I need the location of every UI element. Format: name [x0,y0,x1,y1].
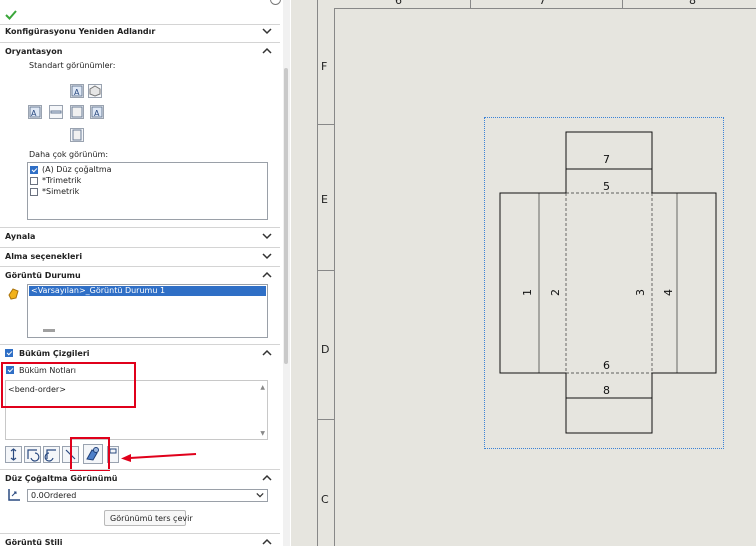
highlight-box-bend-notes [1,362,136,408]
bend-label[interactable]: 8 [603,384,610,397]
section-title: Görüntü Durumu [5,271,81,280]
bend-label[interactable]: 4 [662,289,675,296]
bend-label[interactable]: 2 [549,289,562,296]
section-title: Büküm Çizgileri [19,349,90,358]
section-import-options[interactable]: Alma seçenekleri [0,247,280,266]
view-right-button[interactable] [70,105,84,119]
flip-view-button[interactable]: Görünümü ters çevir [104,510,193,526]
section-flat-pattern-view[interactable]: Düz Çoğaltma Görünümü [0,469,280,488]
chevron-up-icon[interactable] [262,46,272,56]
button-label: Görünümü ters çevir [110,514,193,523]
display-state-list[interactable]: <Varsayılan>_Görüntü Durumu 1 [27,284,268,338]
display-state-icon [6,286,22,302]
section-title: Alma seçenekleri [5,252,83,261]
view-front-button[interactable]: A [70,84,84,98]
list-item-selected[interactable]: <Varsayılan>_Görüntü Durumu 1 [29,286,266,296]
list-item-label: (A) Düz çoğaltma [42,165,112,174]
list-item-label: *Simetrik [42,187,80,196]
bend-lines-checkbox[interactable] [5,349,13,357]
more-views-list[interactable]: (A) Düz çoğaltma *Trimetrik *Simetrik [27,162,268,220]
section-mirror[interactable]: Aynala [0,227,280,246]
section-title: Düz Çoğaltma Görünümü [5,474,118,483]
view-bottom-button[interactable]: A [90,105,104,119]
list-item[interactable]: *Trimetrik [30,176,260,186]
chevron-down-icon[interactable] [262,231,272,241]
list-item[interactable]: *Simetrik [30,187,260,197]
bend-label[interactable]: 1 [521,289,534,296]
highlight-box-note-properties [70,437,110,471]
bend-label[interactable]: 7 [603,153,610,166]
section-title: Aynala [5,232,36,241]
note-align-vertical-button[interactable] [5,446,22,463]
svg-text:A: A [74,88,80,97]
section-title: Oryantasyon [5,47,63,56]
scroll-up-icon[interactable]: ▲ [260,384,265,391]
panel-scrollbar[interactable] [283,0,290,546]
red-arrow-icon [120,452,198,462]
panel-scroll-thumb[interactable] [284,68,288,364]
list-scroll-thumb[interactable] [43,329,55,332]
list-item-checkbox[interactable] [30,188,38,196]
select-value: 0.0Ordered [31,491,77,500]
bend-label[interactable]: 3 [634,289,647,296]
section-display-state[interactable]: Görüntü Durumu [0,266,280,285]
note-rotate-cw-button[interactable] [24,446,41,463]
more-views-label: Daha çok görünüm: [29,150,109,159]
bend-label[interactable]: 5 [603,180,610,193]
svg-text:A: A [31,109,37,118]
chevron-down-icon[interactable] [262,251,272,261]
view-back-button[interactable] [70,128,84,142]
section-orientation[interactable]: Oryantasyon [0,42,280,61]
flat-pattern-geometry [499,131,717,434]
standard-views-label: Standart görünümler: [29,61,116,70]
note-rotate-ccw-button[interactable] [43,446,60,463]
chevron-down-icon[interactable] [256,491,264,499]
section-bend-lines[interactable]: Büküm Çizgileri [0,344,280,363]
flat-pattern-icon [6,487,22,503]
section-title: Konfigürasyonu Yeniden Adlandır [5,27,156,36]
section-display-style[interactable]: Görüntü Stili [0,533,280,546]
help-icon[interactable] [270,0,281,5]
section-rename-configuration[interactable]: Konfigürasyonu Yeniden Adlandır [0,24,280,43]
list-item-label: *Trimetrik [42,176,82,185]
list-item[interactable]: (A) Düz çoğaltma [30,165,260,175]
chevron-up-icon[interactable] [262,537,272,546]
list-item-label: <Varsayılan>_Görüntü Durumu 1 [31,286,166,295]
property-manager-panel: Konfigürasyonu Yeniden Adlandır Oryantas… [0,0,284,546]
chevron-up-icon[interactable] [262,473,272,483]
bend-label[interactable]: 6 [603,359,610,372]
drawing-sheet[interactable]: 6 7 8 F E D C 1 2 3 4 5 6 7 8 [291,0,756,546]
view-top-button[interactable] [49,105,63,119]
svg-text:A: A [94,109,100,118]
list-item-checkbox[interactable] [30,166,38,174]
view-left-button[interactable]: A [28,105,42,119]
chevron-up-icon[interactable] [262,270,272,280]
view-isometric-button[interactable] [88,84,102,98]
section-title: Görüntü Stili [5,538,63,546]
confirm-check-icon[interactable] [4,8,18,22]
list-item-checkbox[interactable] [30,177,38,185]
scroll-down-icon[interactable]: ▼ [260,430,265,437]
chevron-down-icon[interactable] [262,26,272,36]
flat-pattern-config-select[interactable]: 0.0Ordered [27,489,268,502]
chevron-up-icon[interactable] [262,348,272,358]
